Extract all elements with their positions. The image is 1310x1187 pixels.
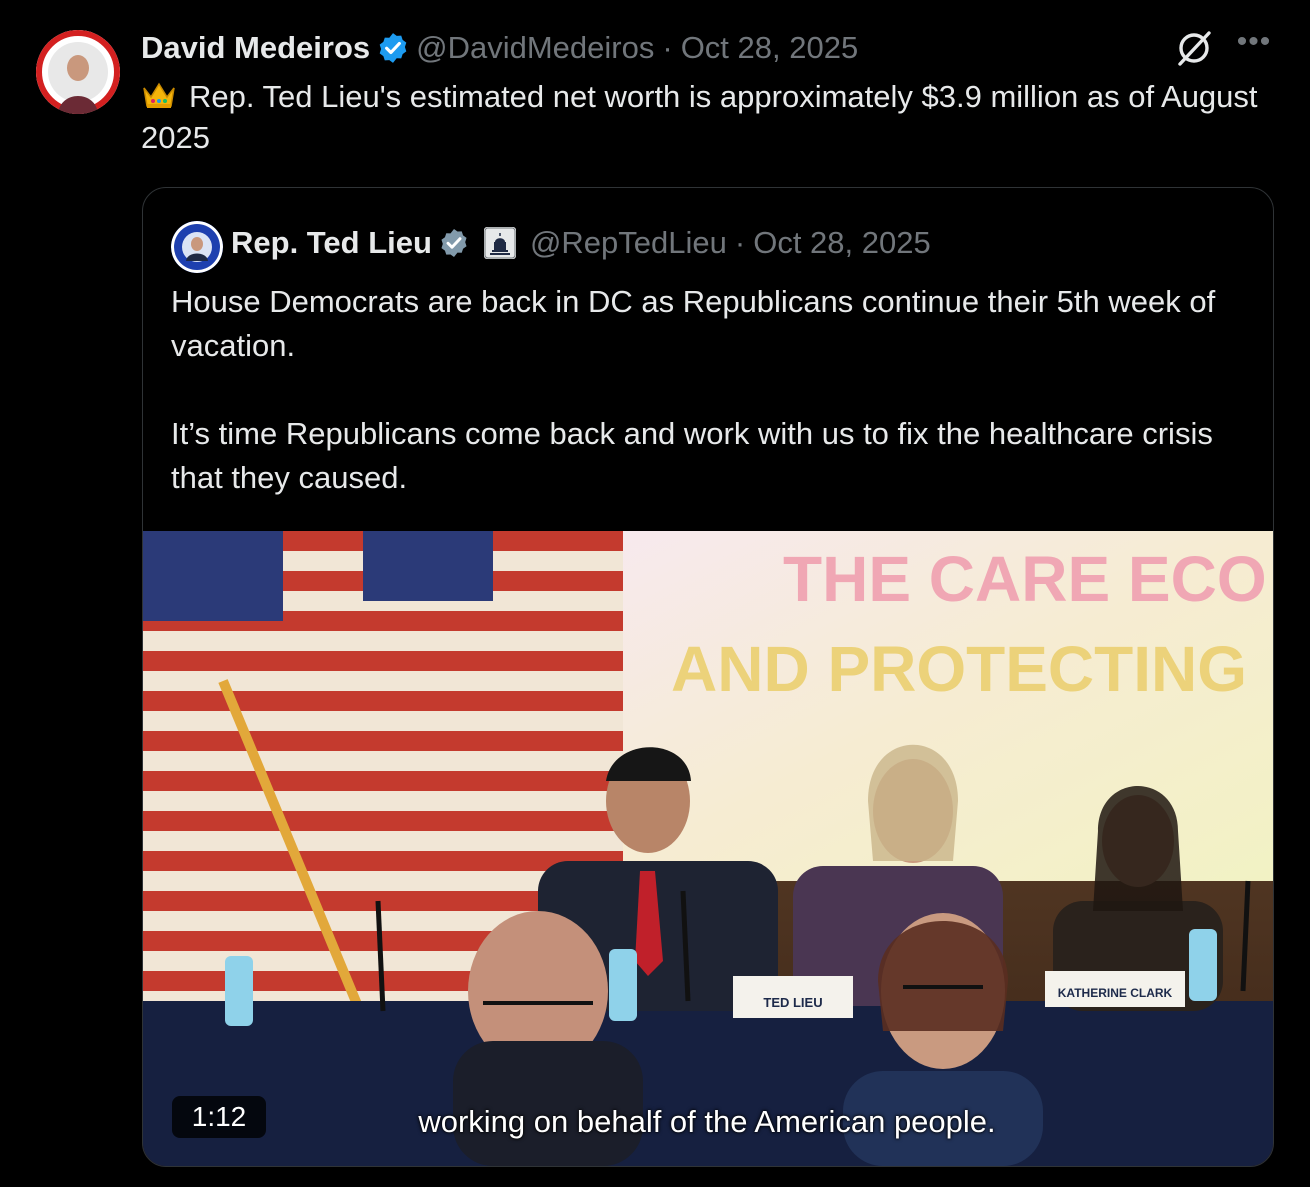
author-name[interactable]: David Medeiros xyxy=(141,30,370,66)
quoted-post-text: House Democrats are back in DC as Republ… xyxy=(171,280,1251,500)
quoted-author-avatar[interactable] xyxy=(171,221,223,273)
post-header: David Medeiros @DavidMedeiros · Oct 28, … xyxy=(141,28,858,68)
video-player[interactable]: THE CARE ECO AND PROTECTING TED LIEU KAT… xyxy=(143,531,1273,1166)
quoted-paragraph-2: It’s time Republicans come back and work… xyxy=(171,416,1213,495)
quoted-header-separator: · xyxy=(734,225,746,260)
post-date[interactable]: Oct 28, 2025 xyxy=(681,30,859,66)
grok-icon[interactable] xyxy=(1172,26,1216,70)
nameplate-ted-lieu: TED LIEU xyxy=(763,995,822,1010)
post-body-text: Rep. Ted Lieu's estimated net worth is a… xyxy=(141,79,1258,155)
nameplate-katherine-clark: KATHERINE CLARK xyxy=(1058,986,1173,1000)
quoted-author-name[interactable]: Rep. Ted Lieu xyxy=(231,225,432,261)
quoted-paragraph-1: House Democrats are back in DC as Republ… xyxy=(171,284,1216,363)
quoted-post-header: Rep. Ted Lieu @RepTedLieu · Oct 28, 2025 xyxy=(231,224,931,262)
more-options-icon[interactable]: ••• xyxy=(1232,27,1276,66)
author-handle[interactable]: @DavidMedeiros xyxy=(416,30,654,66)
verified-badge-icon xyxy=(376,31,410,65)
video-caption: working on behalf of the American people… xyxy=(418,1104,996,1139)
banner-line-2: AND PROTECTING xyxy=(671,633,1247,705)
banner-line-1: THE CARE ECO xyxy=(783,543,1267,615)
video-frame-image: THE CARE ECO AND PROTECTING TED LIEU KAT… xyxy=(143,531,1273,1166)
quoted-author-handle[interactable]: @RepTedLieu xyxy=(530,225,727,261)
quoted-post-date[interactable]: Oct 28, 2025 xyxy=(753,225,931,261)
government-affiliation-icon xyxy=(483,227,516,259)
header-separator: · xyxy=(662,30,673,65)
quoted-post-card[interactable]: Rep. Ted Lieu @RepTedLieu · Oct 28, 2025… xyxy=(142,187,1274,1167)
verified-gray-badge-icon xyxy=(438,227,470,259)
crown-emoji-icon xyxy=(141,79,177,109)
post-text: Rep. Ted Lieu's estimated net worth is a… xyxy=(141,76,1271,158)
author-avatar[interactable] xyxy=(36,30,120,114)
